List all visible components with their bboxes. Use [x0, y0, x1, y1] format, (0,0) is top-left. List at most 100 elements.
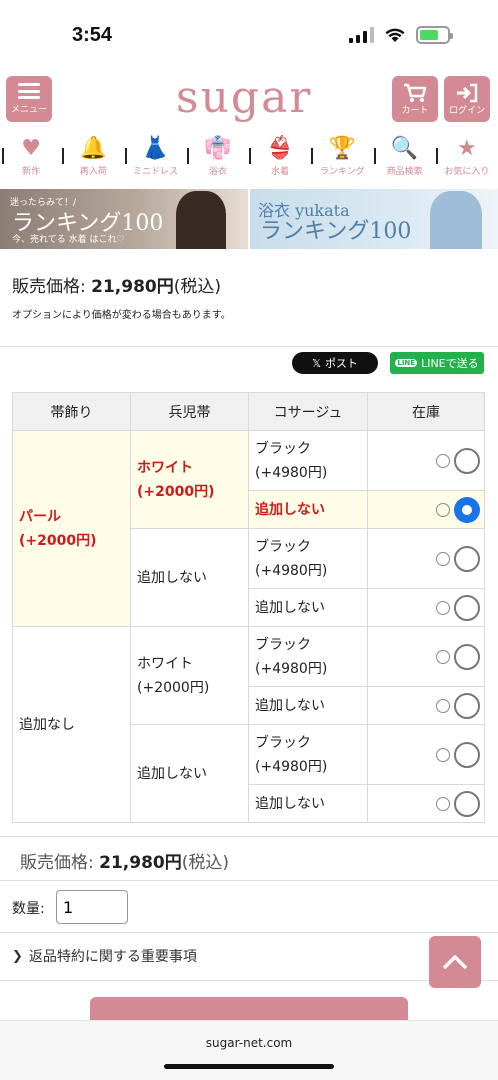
kimono-icon: 👘 [204, 136, 232, 161]
header-corsage: コサージュ [248, 392, 368, 431]
nav-label: ランキング [320, 167, 365, 177]
table-row: パール (+2000円) ホワイト (+2000円) ブラック (+4980円) [12, 430, 485, 627]
yukata-ranking-banner[interactable]: 浴衣 yukata ランキング100 [248, 189, 498, 249]
in-stock-icon [436, 698, 450, 713]
option-radio[interactable] [454, 447, 480, 474]
cart-button[interactable]: カート [392, 76, 438, 122]
in-stock-icon [436, 551, 450, 566]
browser-address-bar [0, 1020, 498, 1080]
option-radio[interactable] [454, 790, 480, 817]
banner-subtitle: 今、売れてる 水着 はこれ♡ [12, 235, 125, 245]
site-header: メニュー sugar カート ログイン [0, 70, 498, 128]
wifi-icon [385, 28, 405, 42]
heko-none-cell: 追加しない [130, 724, 249, 823]
option-radio[interactable] [454, 594, 480, 621]
in-stock-icon [436, 649, 450, 664]
trophy-icon: 🏆 [328, 136, 357, 161]
corsage-cell: 追加しない [248, 490, 368, 529]
sale-price-bottom: 販売価格: 21,980円(税込) [20, 848, 229, 873]
banner-title: ランキング100 [260, 219, 412, 244]
in-stock-icon [436, 502, 450, 517]
divider [0, 346, 498, 347]
heko-white-label: ホワイト (+2000円) [137, 655, 210, 696]
x-logo-icon: 𝕏 [312, 356, 321, 370]
scroll-to-top-button[interactable] [429, 936, 481, 988]
heko-white-label: ホワイト (+2000円) [137, 459, 215, 500]
hamburger-icon [18, 83, 40, 99]
site-logo[interactable]: sugar [176, 72, 312, 123]
option-radio[interactable] [454, 643, 480, 670]
nav-item-ranking[interactable]: 🏆 ランキング [311, 130, 373, 180]
header-heko-obi: 兵児帯 [130, 392, 249, 431]
heko-none-label: 追加しない [137, 569, 207, 586]
stock-cell [367, 490, 485, 529]
option-table: 帯飾り 兵児帯 コサージュ 在庫 パール (+2000円) ホワイト (+200… [12, 392, 485, 823]
obi-none-cell: 追加なし [12, 626, 131, 823]
x-post-button[interactable]: 𝕏 ポスト [292, 352, 378, 374]
stock-cell [367, 626, 485, 687]
price-value: 21,980円 [91, 277, 174, 297]
heko-none-label: 追加しない [137, 765, 207, 782]
header-stock: 在庫 [367, 392, 485, 431]
quantity-input[interactable] [56, 890, 128, 924]
cellular-signal-icon [349, 27, 374, 43]
dress-icon: 👗 [141, 136, 170, 161]
obi-none-label: 追加なし [19, 716, 75, 733]
menu-button[interactable]: メニュー [6, 76, 52, 122]
x-post-label: ポスト [324, 357, 358, 370]
corsage-cell: ブラック (+4980円) [248, 724, 368, 785]
nav-item-restock[interactable]: 🔔 再入荷 [62, 130, 124, 180]
line-share-button[interactable]: LINE LINEで送る [390, 352, 484, 374]
corsage-black-label: ブラック (+4980円) [255, 538, 328, 579]
divider [0, 836, 498, 837]
nav-item-swimwear[interactable]: 👙 水着 [249, 130, 311, 180]
price-label: 販売価格: [20, 853, 94, 873]
stock-cell [367, 784, 485, 823]
status-icons [349, 26, 453, 44]
line-logo-icon: LINE [395, 359, 418, 367]
heko-white-cell: ホワイト (+2000円) [130, 626, 249, 725]
corsage-cell: ブラック (+4980円) [248, 626, 368, 687]
nav-label: お気に入り [444, 167, 490, 177]
line-share-label: LINEで送る [421, 357, 479, 370]
swimwear-ranking-banner[interactable]: 迷ったらみて！/ ランキング100 今、売れてる 水着 はこれ♡ [0, 189, 248, 249]
corsage-cell: 追加しない [248, 686, 368, 725]
option-radio[interactable] [454, 692, 480, 719]
status-bar: 3:54 [0, 0, 498, 70]
option-radio[interactable] [454, 545, 480, 572]
corsage-none-label: 追加しない [255, 501, 325, 518]
corsage-black-label: ブラック (+4980円) [255, 440, 328, 481]
header-obi-accessory: 帯飾り [12, 392, 131, 431]
nav-label: ミニドレス [133, 167, 179, 177]
bikini-icon: 👙 [266, 136, 294, 161]
corsage-cell: ブラック (+4980円) [248, 528, 368, 589]
login-button[interactable]: ログイン [444, 76, 490, 122]
divider [0, 932, 498, 933]
stock-cell [367, 588, 485, 627]
price-value: 21,980円 [99, 853, 182, 873]
option-radio[interactable] [454, 741, 480, 768]
nav-item-search[interactable]: 🔍 商品検索 [373, 130, 436, 180]
chevron-up-icon [442, 955, 468, 970]
chevron-right-icon: ❯ [12, 948, 23, 964]
nav-item-new[interactable]: ♥ 新作 [0, 130, 62, 180]
option-radio-selected[interactable] [454, 496, 480, 523]
corsage-none-label: 追加しない [255, 795, 325, 812]
corsage-cell: 追加しない [248, 784, 368, 823]
stock-cell [367, 686, 485, 725]
home-indicator [164, 1064, 334, 1069]
url-label[interactable]: sugar-net.com [0, 1036, 498, 1050]
stock-cell [367, 724, 485, 785]
stock-cell [367, 430, 485, 491]
returns-policy-link[interactable]: ❯ 返品特約に関する重要事項 [12, 946, 197, 966]
quantity-label: 数量: [12, 901, 45, 917]
returns-policy-label: 返品特約に関する重要事項 [28, 949, 197, 965]
corsage-black-label: ブラック (+4980円) [255, 636, 328, 677]
nav-item-yukata[interactable]: 👘 浴衣 [186, 130, 249, 180]
in-stock-icon [436, 600, 450, 615]
nav-item-mini-dress[interactable]: 👗 ミニドレス [124, 130, 187, 180]
stock-cell [367, 528, 485, 589]
corsage-black-label: ブラック (+4980円) [255, 734, 328, 775]
price-tax: (税込) [173, 277, 222, 297]
nav-item-favorites[interactable]: ★ お気に入り [435, 130, 498, 180]
